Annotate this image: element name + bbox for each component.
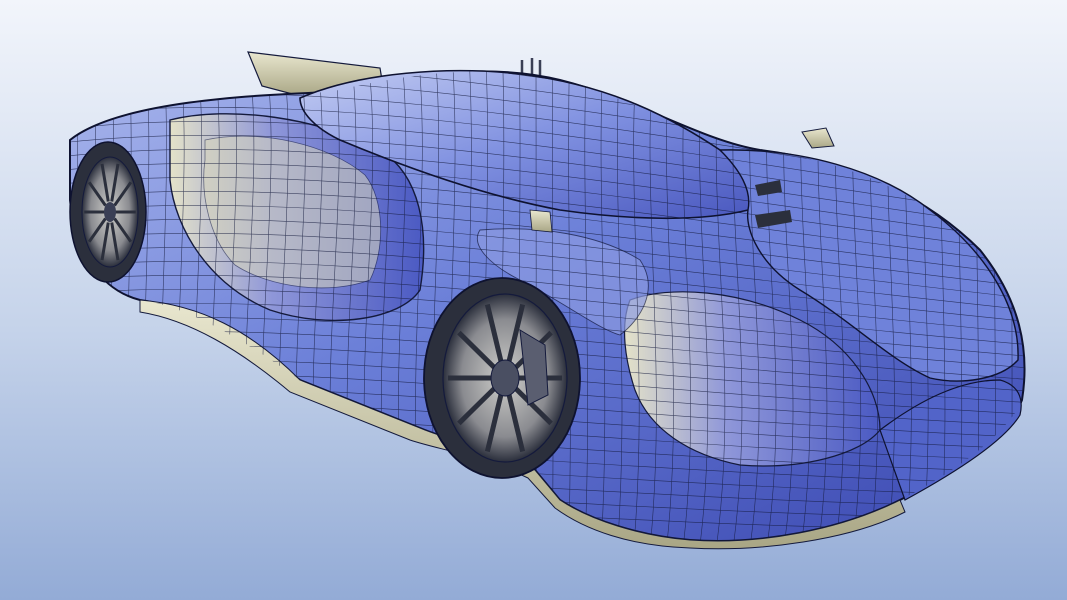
rear-wheel (69, 141, 147, 283)
render-viewport (0, 0, 1067, 600)
car-render (0, 0, 1067, 600)
front-wheel (423, 277, 581, 479)
canopy-clip (529, 209, 553, 233)
